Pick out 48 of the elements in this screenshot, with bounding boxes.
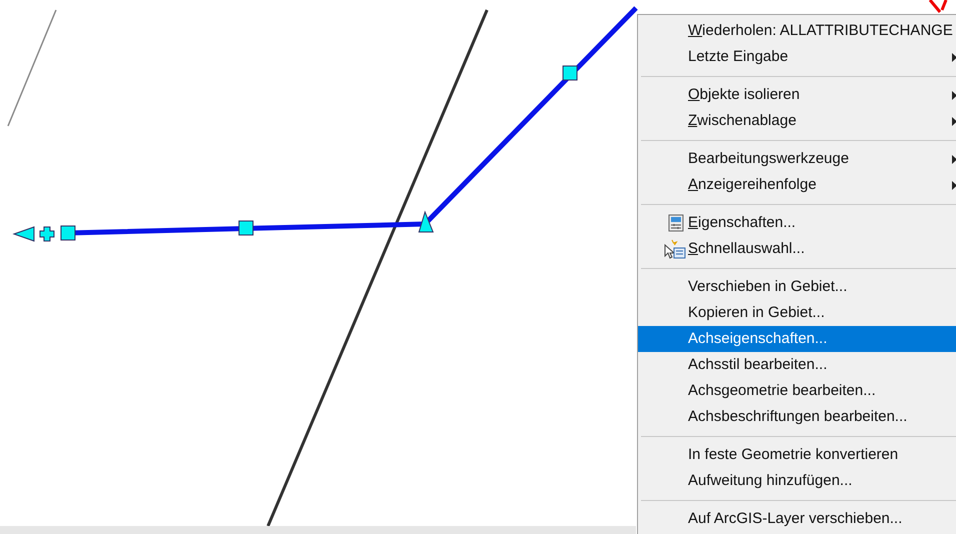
submenu-arrow-icon xyxy=(952,181,956,190)
menu-item-label: Letzte Eingabe xyxy=(688,46,788,67)
submenu-arrow-icon xyxy=(952,91,956,100)
menu-item[interactable]: Wiederholen: ALLATTRIBUTECHANGE xyxy=(638,18,956,44)
menu-item[interactable]: Kopieren in Gebiet... xyxy=(638,300,956,326)
menu-item-label: Kopieren in Gebiet... xyxy=(688,302,825,323)
submenu-arrow-icon xyxy=(952,53,956,62)
properties-icon xyxy=(668,214,684,232)
arrow-grip[interactable] xyxy=(12,226,34,242)
menu-item-label: Objekte isolieren xyxy=(688,84,800,105)
menu-item[interactable]: Auf ArcGIS-Layer verschieben... xyxy=(638,506,956,532)
menu-item[interactable]: Achsgeometrie bearbeiten... xyxy=(638,378,956,404)
menu-item-label: Bearbeitungswerkzeuge xyxy=(688,148,849,169)
annotation-mark-drawing xyxy=(928,0,948,14)
menu-item[interactable]: Eigenschaften... xyxy=(638,210,956,236)
menu-item[interactable]: Zwischenablage xyxy=(638,108,956,134)
menu-item-label: In feste Geometrie konvertieren xyxy=(688,444,898,465)
menu-item-label: Wiederholen: ALLATTRIBUTECHANGE xyxy=(688,20,953,41)
square-grip[interactable] xyxy=(238,220,254,236)
menu-item[interactable]: Aufweitung hinzufügen... xyxy=(638,468,956,494)
menu-item-label: Achsgeometrie bearbeiten... xyxy=(688,380,876,401)
menu-item[interactable]: Anzeigereihenfolge xyxy=(638,172,956,198)
menu-item-label: Anzeigereihenfolge xyxy=(688,174,816,195)
menu-item-label: Achseigenschaften... xyxy=(688,328,828,349)
menu-item[interactable]: Letzte Eingabe xyxy=(638,44,956,70)
menu-item[interactable]: Objekte isolieren xyxy=(638,82,956,108)
menu-item[interactable]: Achsstil bearbeiten... xyxy=(638,352,956,378)
submenu-arrow-icon xyxy=(952,117,956,126)
menu-item-label: Achsbeschriftungen bearbeiten... xyxy=(688,406,908,427)
menu-item-label: Achsstil bearbeiten... xyxy=(688,354,828,375)
menu-item-label: Auf ArcGIS-Layer verschieben... xyxy=(688,508,902,529)
menu-item[interactable]: In feste Geometrie konvertieren xyxy=(638,442,956,468)
square-grip[interactable] xyxy=(562,66,578,80)
plus-grip[interactable] xyxy=(40,226,54,242)
menu-item-label: Schnellauswahl... xyxy=(688,238,805,259)
menu-item[interactable]: Verschieben in Gebiet... xyxy=(638,274,956,300)
triangle-grip[interactable] xyxy=(418,210,434,232)
square-grip[interactable] xyxy=(60,226,76,240)
menu-item-label: Zwischenablage xyxy=(688,110,796,131)
menu-item[interactable]: Bearbeitungswerkzeuge xyxy=(638,146,956,172)
menu-item-label: Eigenschaften... xyxy=(688,212,796,233)
menu-item[interactable]: Achseigenschaften... xyxy=(638,326,956,352)
submenu-arrow-icon xyxy=(952,155,956,164)
menu-item-label: Verschieben in Gebiet... xyxy=(688,276,848,297)
menu-item[interactable]: Schnellauswahl... xyxy=(638,236,956,262)
menu-item-label: Aufweitung hinzufügen... xyxy=(688,470,852,491)
menu-item[interactable]: Achsbeschriftungen bearbeiten... xyxy=(638,404,956,430)
quick-select-icon xyxy=(664,239,686,259)
